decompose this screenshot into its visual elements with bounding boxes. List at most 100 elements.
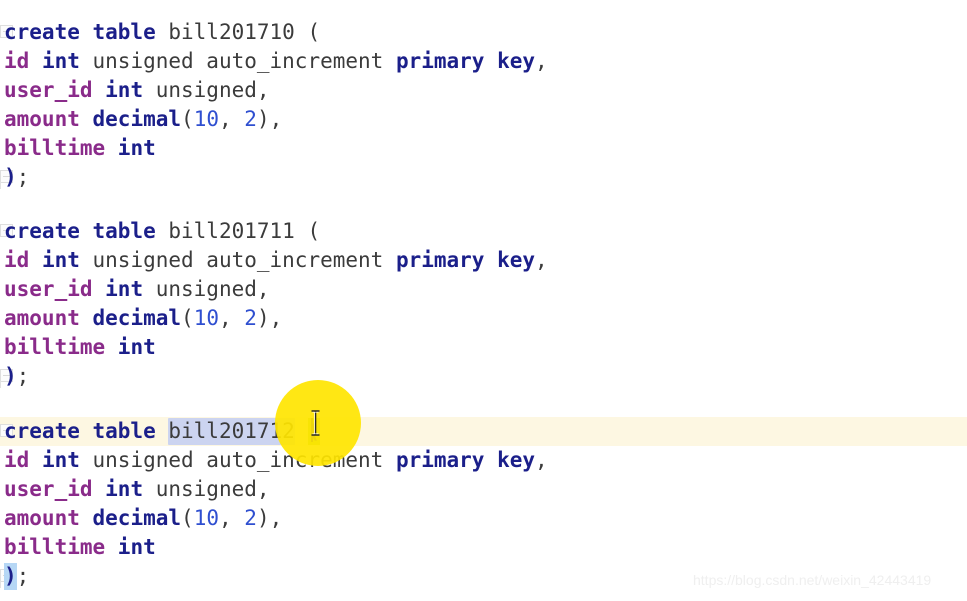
code-line-text: id int unsigned auto_increment primary k…: [4, 47, 548, 76]
code-token: (: [181, 107, 194, 131]
code-token: decimal: [92, 107, 182, 131]
code-line-text: id int unsigned auto_increment primary k…: [4, 446, 548, 475]
code-token: (: [307, 419, 321, 443]
code-token: user_id: [4, 277, 106, 301]
code-token: id: [4, 248, 42, 272]
code-line[interactable]: billtime int: [0, 333, 967, 362]
code-token: int: [117, 535, 156, 559]
code-line-text: id int unsigned auto_increment primary k…: [4, 246, 548, 275]
code-token: primary key: [395, 248, 536, 272]
code-token: unsigned auto_increment: [92, 248, 396, 272]
text-caret: [311, 418, 313, 442]
code-token: int: [105, 277, 156, 301]
code-line-text: user_id int unsigned,: [4, 76, 270, 105]
code-token: int: [41, 49, 93, 73]
code-token: user_id: [4, 477, 106, 501]
code-token: unsigned,: [155, 277, 270, 301]
code-token: bill201710 (: [168, 20, 321, 44]
code-line-text: );: [4, 163, 29, 192]
code-token: ),: [256, 506, 283, 530]
code-line-text: create table bill201710 (: [4, 18, 320, 47]
code-token: ): [4, 564, 17, 588]
code-token: int: [117, 335, 156, 359]
code-token: user_id: [4, 78, 106, 102]
sql-editor-surface[interactable]: create table bill201710 (id int unsigned…: [0, 0, 967, 601]
code-token: 10: [193, 107, 219, 131]
code-token: ,: [535, 49, 548, 73]
code-line[interactable]: id int unsigned auto_increment primary k…: [0, 47, 967, 76]
code-token: amount: [4, 306, 93, 330]
code-line-text: );: [4, 362, 29, 391]
code-line-text: amount decimal(10, 2),: [4, 105, 282, 134]
code-token: id: [4, 49, 42, 73]
code-line[interactable]: amount decimal(10, 2),: [0, 304, 967, 333]
code-line[interactable]: amount decimal(10, 2),: [0, 105, 967, 134]
code-token: ,: [535, 248, 548, 272]
code-token: billtime: [4, 136, 118, 160]
code-token: unsigned auto_increment: [92, 448, 396, 472]
blog-url-watermark: https://blog.csdn.net/weixin_42443419: [693, 572, 932, 588]
code-line-text: billtime int: [4, 333, 156, 362]
code-token: ,: [218, 107, 245, 131]
code-line-text: billtime int: [4, 533, 156, 562]
code-line[interactable]: );: [0, 362, 967, 391]
code-token: ): [4, 165, 17, 189]
code-token: bill201712: [168, 419, 295, 443]
code-token: amount: [4, 506, 93, 530]
code-line-text: user_id int unsigned,: [4, 475, 270, 504]
code-token: ,: [535, 448, 548, 472]
code-line[interactable]: amount decimal(10, 2),: [0, 504, 967, 533]
code-line[interactable]: user_id int unsigned,: [0, 475, 967, 504]
code-token: ),: [256, 306, 283, 330]
code-token: int: [105, 477, 156, 501]
code-line[interactable]: user_id int unsigned,: [0, 275, 967, 304]
code-line[interactable]: id int unsigned auto_increment primary k…: [0, 246, 967, 275]
code-token: ,: [218, 506, 245, 530]
code-line-text: create table bill201711 (: [4, 217, 320, 246]
code-line[interactable]: create table bill201710 (: [0, 18, 967, 47]
code-token: ;: [16, 564, 30, 588]
code-editor-screenshot: create table bill201710 (id int unsigned…: [0, 0, 967, 601]
code-line-text: );: [4, 562, 29, 591]
code-token: ;: [16, 364, 30, 388]
code-token: unsigned,: [155, 78, 270, 102]
code-token: ;: [16, 165, 30, 189]
code-token: ),: [256, 107, 283, 131]
code-token: int: [41, 248, 93, 272]
code-line-text: user_id int unsigned,: [4, 275, 270, 304]
code-token: primary key: [395, 49, 536, 73]
code-token: billtime: [4, 335, 118, 359]
code-line[interactable]: create table bill201711 (: [0, 217, 967, 246]
code-line[interactable]: billtime int: [0, 533, 967, 562]
code-token: int: [117, 136, 156, 160]
code-token: billtime: [4, 535, 118, 559]
code-token: ,: [218, 306, 245, 330]
code-token: ): [4, 364, 17, 388]
code-line[interactable]: user_id int unsigned,: [0, 76, 967, 105]
code-token: 10: [193, 506, 219, 530]
code-line[interactable]: );: [0, 163, 967, 192]
code-line[interactable]: id int unsigned auto_increment primary k…: [0, 446, 967, 475]
code-token: bill201711 (: [168, 219, 321, 243]
code-token: create table: [4, 419, 169, 443]
code-token: primary key: [395, 448, 536, 472]
code-token: decimal: [92, 506, 182, 530]
code-token: 2: [244, 506, 257, 530]
code-token: id: [4, 448, 42, 472]
code-token: unsigned,: [155, 477, 270, 501]
code-line[interactable]: billtime int: [0, 134, 967, 163]
code-line-text: amount decimal(10, 2),: [4, 304, 282, 333]
code-token: create table: [4, 219, 169, 243]
code-token: (: [181, 306, 194, 330]
code-token: int: [41, 448, 93, 472]
code-token: (: [181, 506, 194, 530]
code-token: 2: [244, 306, 257, 330]
code-line-text: amount decimal(10, 2),: [4, 504, 282, 533]
code-token: unsigned auto_increment: [92, 49, 396, 73]
code-line-text: create table bill201712 (: [4, 417, 320, 446]
code-token: decimal: [92, 306, 182, 330]
code-line-text: billtime int: [4, 134, 156, 163]
code-line[interactable]: create table bill201712 (: [0, 417, 967, 446]
code-token: create table: [4, 20, 169, 44]
